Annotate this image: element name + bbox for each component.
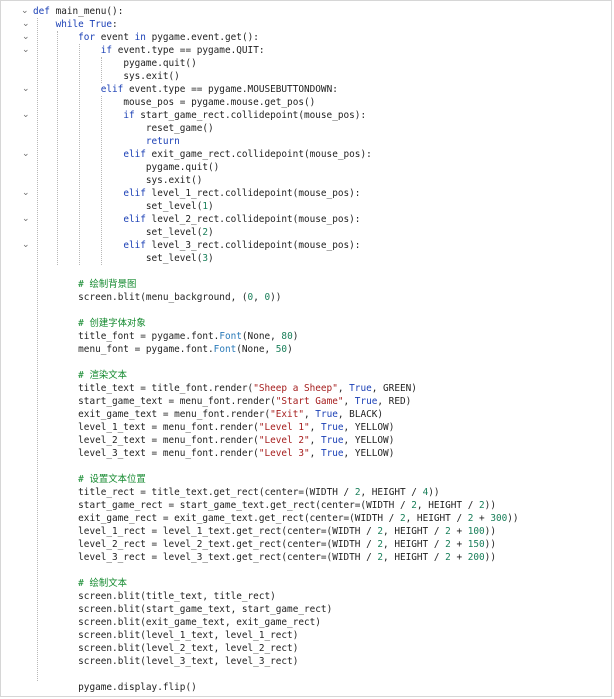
code-line: # 设置文本位置: [78, 474, 146, 485]
code-line: return: [145, 136, 180, 147]
code-line: title_text = title_font.render("Sheep a …: [78, 383, 417, 394]
code-line: sys.exit(): [145, 175, 203, 186]
code-line: elif level_2_rect.collidepoint(mouse_pos…: [123, 214, 361, 225]
code-line: pygame.quit(): [145, 162, 220, 173]
code-line: screen.blit(exit_game_text, exit_game_re…: [78, 617, 321, 628]
code-line: screen.blit(level_2_text, level_2_rect): [78, 643, 299, 654]
code-line: # 渲染文本: [78, 370, 127, 381]
code-line: level_3_text = menu_font.render("Level 3…: [78, 448, 395, 459]
code-line: screen.blit(level_3_text, level_3_rect): [78, 656, 299, 667]
code-line: reset_game(): [145, 123, 214, 134]
code-line: level_2_text = menu_font.render("Level 2…: [78, 435, 395, 446]
chevron-down-icon[interactable]: ⌄: [22, 240, 32, 250]
fold-gutter: [1, 1, 23, 696]
code-line: def main_menu():: [33, 6, 124, 17]
code-line: set_level(2): [145, 227, 214, 238]
code-line: screen.blit(level_1_text, level_1_rect): [78, 630, 299, 641]
code-line: if event.type == pygame.QUIT:: [100, 45, 265, 56]
code-line: title_font = pygame.font.Font(None, 80): [78, 331, 299, 342]
code-line: exit_game_text = menu_font.render("Exit"…: [78, 409, 384, 420]
code-line: level_2_rect = level_2_text.get_rect(cen…: [78, 539, 496, 550]
code-line: while True:: [55, 19, 118, 30]
chevron-down-icon[interactable]: ⌄: [22, 84, 32, 94]
indent-guide: [57, 31, 58, 265]
code-line: level_1_text = menu_font.render("Level 1…: [78, 422, 395, 433]
code-line: # 绘制背景图: [78, 279, 137, 290]
code-line: exit_game_rect = exit_game_text.get_rect…: [78, 513, 519, 524]
indent-guide: [37, 18, 38, 681]
indent-guide: [101, 57, 102, 83]
indent-guide: [79, 44, 80, 265]
code-line: level_1_rect = level_1_text.get_rect(cen…: [78, 526, 496, 537]
code-line: if start_game_rect.collidepoint(mouse_po…: [123, 110, 367, 121]
code-line: set_level(3): [145, 253, 214, 264]
code-line: pygame.display.flip(): [78, 682, 197, 693]
code-line: screen.blit(menu_background, (0, 0)): [78, 292, 282, 303]
chevron-down-icon[interactable]: ⌄: [21, 6, 31, 16]
code-line: # 绘制文本: [78, 578, 127, 589]
chevron-down-icon[interactable]: ⌄: [22, 188, 32, 198]
code-line: level_3_rect = level_3_text.get_rect(cen…: [78, 552, 496, 563]
code-line: sys.exit(): [123, 71, 180, 82]
code-line: screen.blit(title_text, title_rect): [78, 591, 276, 602]
code-line: elif level_3_rect.collidepoint(mouse_pos…: [123, 240, 361, 251]
code-editor[interactable]: def main_menu(): while True: for event i…: [0, 0, 612, 697]
code-line: mouse_pos = pygame.mouse.get_pos(): [123, 97, 316, 108]
code-line: set_level(1): [145, 201, 214, 212]
chevron-down-icon[interactable]: ⌄: [22, 149, 32, 159]
code-line: elif level_1_rect.collidepoint(mouse_pos…: [123, 188, 361, 199]
chevron-down-icon[interactable]: ⌄: [22, 19, 32, 29]
code-line: title_rect = title_text.get_rect(center=…: [78, 487, 440, 498]
code-line: elif exit_game_rect.collidepoint(mouse_p…: [123, 149, 372, 160]
chevron-down-icon[interactable]: ⌄: [22, 214, 32, 224]
code-line: # 创建字体对象: [78, 318, 146, 329]
code-line: menu_font = pygame.font.Font(None, 50): [78, 344, 293, 355]
chevron-down-icon[interactable]: ⌄: [22, 32, 32, 42]
code-line: screen.blit(start_game_text, start_game_…: [78, 604, 333, 615]
code-line: start_game_text = menu_font.render("Star…: [78, 396, 412, 407]
chevron-down-icon[interactable]: ⌄: [22, 45, 32, 55]
indent-guide: [101, 96, 102, 265]
chevron-down-icon[interactable]: ⌄: [22, 110, 32, 120]
code-line: start_game_rect = start_game_text.get_re…: [78, 500, 496, 511]
code-line: for event in pygame.event.get():: [78, 32, 259, 43]
